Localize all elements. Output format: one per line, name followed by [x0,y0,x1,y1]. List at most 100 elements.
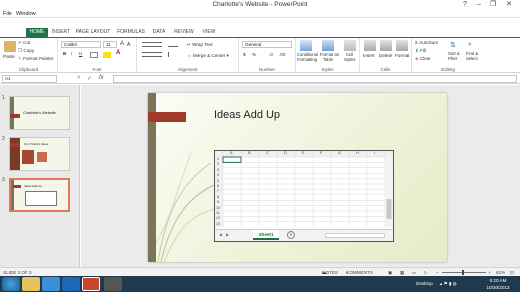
italic-button[interactable]: I [71,51,72,56]
left-align-icon[interactable] [142,52,162,57]
column-header[interactable]: I [374,151,375,155]
outlook-icon[interactable] [62,277,80,291]
column-header[interactable]: G [338,151,341,155]
tab-page-layout[interactable]: PAGE LAYOUT [75,28,111,37]
comma-button[interactable]: , [261,52,262,57]
close-button[interactable]: ✕ [502,0,516,10]
table-label[interactable]: Table [323,57,333,62]
shrink-font-button[interactable]: A [127,42,130,48]
copy-button[interactable]: ❐ Copy [18,48,34,54]
select-label[interactable]: Select [466,56,478,61]
row-header[interactable]: 4 [217,173,219,177]
row-header[interactable]: 13 [216,222,220,226]
paste-icon[interactable] [4,41,16,52]
insert-cells-icon[interactable] [364,40,376,51]
fill-button[interactable]: ⬇ Fill [415,48,426,54]
tab-review[interactable]: REVIEW [172,28,196,37]
row-header[interactable]: 2 [217,162,219,166]
row-header[interactable]: 6 [217,184,219,188]
app-icon[interactable] [104,277,122,291]
format-cells-icon[interactable] [396,40,408,51]
indent-icon[interactable] [168,52,178,57]
wrap-text-button[interactable]: ↵ Wrap Text [187,42,213,48]
row-header[interactable]: 1 [217,157,219,161]
sheet-tab-sheet1[interactable]: Sheet1 [253,230,279,240]
filter-label[interactable]: Filter [448,56,457,61]
file-explorer-icon[interactable] [22,277,40,291]
format-label[interactable]: Format [395,53,410,58]
font-size-select[interactable]: 11 [103,41,117,48]
currency-button[interactable]: $ [243,52,246,57]
next-sheet-arrow-icon[interactable]: ▶ [226,232,229,237]
embedded-worksheet[interactable]: A B C D E F G H I 1 2 3 4 5 6 7 8 9 10 1… [214,150,394,242]
increase-decimal-button[interactable]: .0 [269,52,273,57]
underline-button[interactable]: U [79,51,82,56]
delete-label[interactable]: Delete [379,53,392,58]
tab-insert[interactable]: INSERT [50,28,72,37]
fill-color-icon[interactable] [103,52,111,58]
column-header[interactable]: B [248,151,251,155]
column-header[interactable]: C [266,151,269,155]
slide-title[interactable]: Ideas Add Up [214,109,280,121]
row-header[interactable]: 12 [216,216,220,220]
help-button[interactable]: ? [458,0,472,10]
conditional-label-2[interactable]: Formatting [297,57,317,62]
cell-styles-icon[interactable] [344,40,356,51]
row-header[interactable]: 5 [217,179,219,183]
cut-button[interactable]: ✂ Cut [18,40,30,46]
row-header[interactable]: 7 [217,189,219,193]
desktop-toolbar-label[interactable]: Desktop [416,276,433,292]
tray-icons[interactable]: ▴ ⚑ ▮ ◍ [440,276,457,292]
bold-button[interactable]: B [63,51,66,56]
formula-input[interactable] [113,75,517,83]
delete-cells-icon[interactable] [380,40,392,51]
row-header[interactable]: 9 [217,200,219,204]
autosum-button[interactable]: Σ AutoSum [415,40,438,45]
slide-thumbnail-3[interactable]: Ideas Add Up [9,178,70,212]
font-color-button[interactable]: A [116,50,120,56]
sort-filter-icon[interactable]: ⇅ [450,41,456,49]
slide-thumbnail-2[interactable]: Our Product Ideas [9,137,70,171]
format-painter-button[interactable]: ✎ Format Painter [18,56,54,62]
name-box[interactable]: A1 [2,75,57,83]
row-header[interactable]: 11 [216,211,220,215]
borders-icon[interactable] [90,52,98,58]
column-header[interactable]: F [320,151,322,155]
paste-label[interactable]: Paste [3,54,15,59]
column-header[interactable]: H [356,151,359,155]
menu-window[interactable]: Window [16,10,36,18]
start-button-icon[interactable] [2,277,20,291]
styles-label[interactable]: Styles [344,57,355,62]
grow-font-button[interactable]: A [120,41,124,47]
binoculars-icon[interactable]: ⌕ [468,41,472,49]
add-sheet-button[interactable]: + [287,231,295,239]
tab-home[interactable]: HOME [26,28,48,37]
percent-button[interactable]: % [252,52,256,57]
column-header[interactable]: D [284,151,287,155]
format-as-table-icon[interactable] [322,40,334,51]
tab-view[interactable]: VIEW [200,28,218,37]
horizontal-scrollbar[interactable] [325,233,385,238]
conditional-formatting-icon[interactable] [300,40,312,51]
menu-file[interactable]: File [3,10,12,18]
row-header[interactable]: 8 [217,195,219,199]
enter-formula-button[interactable]: ✓ [87,75,92,82]
restore-button[interactable]: ❐ [486,0,500,10]
prev-sheet-arrow-icon[interactable]: ◀ [219,232,222,237]
decrease-decimal-button[interactable]: .00 [279,52,285,57]
clear-button[interactable]: ◈ Clear [415,56,431,62]
powerpoint-icon[interactable] [82,277,100,291]
merge-center-button[interactable]: ⇔ Merge & Center ▾ [187,53,229,59]
cancel-formula-button[interactable]: × [77,75,81,81]
slide-thumbnail-1[interactable]: Charlotte's Website [9,96,70,130]
row-header[interactable]: 10 [216,206,220,210]
column-header[interactable]: A [230,151,233,155]
insert-label[interactable]: Insert [363,53,375,58]
minimize-button[interactable]: – [472,0,486,10]
column-header[interactable]: E [302,151,305,155]
number-format-select[interactable]: General [242,41,292,48]
orientation-icon[interactable] [168,42,178,47]
font-name-select[interactable]: Calibri [61,41,101,48]
insert-function-button[interactable]: fx [99,75,104,81]
internet-explorer-icon[interactable] [42,277,60,291]
